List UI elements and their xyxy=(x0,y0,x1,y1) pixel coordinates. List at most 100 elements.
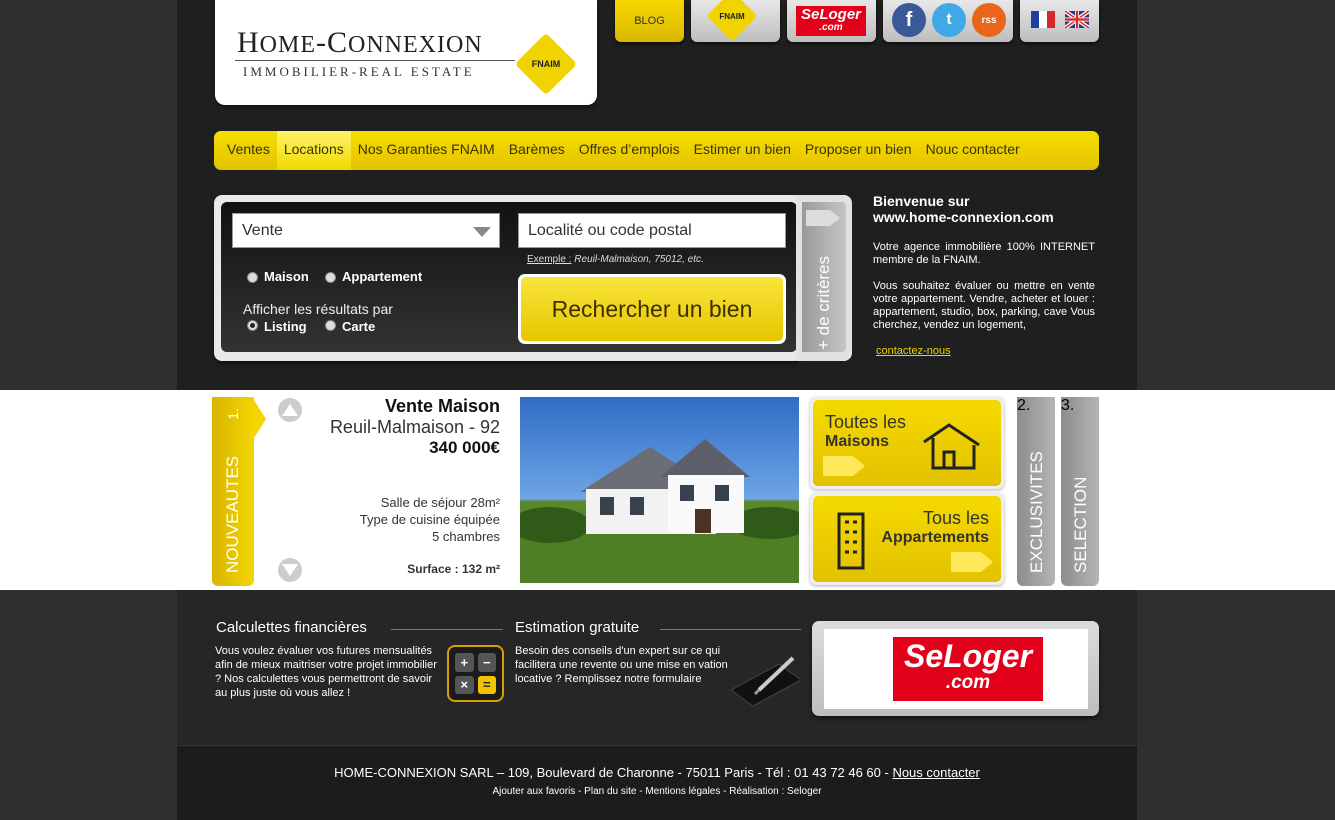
logo-title: HOME-CONNEXION xyxy=(237,26,483,59)
radio-listing[interactable] xyxy=(247,320,258,331)
seloger-mini-text: SeLoger xyxy=(800,6,861,23)
chevron-down-icon xyxy=(473,227,491,237)
tab-nouveautes[interactable]: 1. NOUVEAUTES xyxy=(212,397,266,586)
display-mode-label: Afficher les résultats par xyxy=(243,301,393,317)
seloger-button[interactable]: SeLoger .com xyxy=(787,0,876,42)
radio-maison[interactable] xyxy=(247,272,258,283)
radio-appartement[interactable] xyxy=(325,272,336,283)
all-houses-inner: Toutes les Maisons xyxy=(813,400,1001,486)
nouveautes-num: 1. xyxy=(225,408,241,420)
all-houses-l1: Toutes les xyxy=(825,412,907,432)
facebook-icon[interactable]: f xyxy=(892,3,926,37)
flag-fr-icon[interactable] xyxy=(1031,11,1055,28)
fnaim-logo: FNAIM xyxy=(514,32,578,96)
seloger-logo-com: .com xyxy=(945,672,991,693)
nav-estimer[interactable]: Estimer un bien xyxy=(687,131,798,170)
location-example: Exemple : Reuil-Malmaison, 75012, etc. xyxy=(527,254,704,265)
example-label: Exemple : xyxy=(527,254,572,265)
seloger-logo: SeLoger .com xyxy=(893,637,1043,701)
nav-baremes[interactable]: Barèmes xyxy=(502,131,572,170)
seloger-banner[interactable]: SeLoger .com xyxy=(812,621,1099,716)
fnaim-button[interactable]: FNAIM xyxy=(691,0,780,42)
footer xyxy=(177,745,1137,820)
footer-links[interactable]: Ajouter aux favoris - Plan du site - Men… xyxy=(177,786,1137,797)
radio-appartement-label: Appartement xyxy=(342,269,423,284)
nouveautes-label: NOUVEAUTES xyxy=(223,455,242,573)
houses-arrow-tip xyxy=(853,456,865,476)
footer-address-text: HOME-CONNEXION SARL – 109, Boulevard de … xyxy=(334,765,893,780)
nav-ventes[interactable]: Ventes xyxy=(220,131,277,170)
search-button[interactable]: Rechercher un bien xyxy=(518,274,786,344)
nav-locations[interactable]: Locations xyxy=(276,131,351,170)
calculator-icon[interactable]: + − × = xyxy=(447,645,504,702)
nav-contacter[interactable]: Nouc contacter xyxy=(919,131,1027,170)
flag-en-icon[interactable] xyxy=(1063,9,1091,30)
nav-garanties[interactable]: Nos Garanties FNAIM xyxy=(351,131,502,170)
location-input[interactable]: Localité ou code postal xyxy=(518,213,786,248)
more-criteria-label: + de critères xyxy=(814,255,833,350)
estimation-divider xyxy=(660,629,801,630)
houses-arrow-icon xyxy=(823,456,853,476)
facebook-glyph: f xyxy=(905,8,913,31)
twitter-icon[interactable]: t xyxy=(932,3,966,37)
listing-surface: Surface : 132 m² xyxy=(407,562,500,576)
estimation-title[interactable]: Estimation gratuite xyxy=(515,619,639,636)
more-criteria-tab[interactable]: + de critères xyxy=(796,195,852,361)
previous-arrow-icon[interactable] xyxy=(278,398,302,422)
radio-maison-label: Maison xyxy=(264,269,309,284)
rss-icon[interactable]: rss xyxy=(972,3,1006,37)
footer-address: HOME-CONNEXION SARL – 109, Boulevard de … xyxy=(177,765,1137,780)
calc-title[interactable]: Calculettes financières xyxy=(216,619,367,636)
calc-key: × xyxy=(455,675,474,694)
transaction-type-value: Vente xyxy=(242,222,283,239)
listing-price: 340 000€ xyxy=(429,438,500,457)
location-placeholder: Localité ou code postal xyxy=(528,222,692,239)
house-illustration xyxy=(520,439,799,583)
pen-icon[interactable] xyxy=(731,650,801,706)
estimation-text: Besoin des conseils d'un expert sur ce q… xyxy=(515,645,728,685)
fnaim-icon: FNAIM xyxy=(706,0,758,42)
all-apartments-l1: Tous les xyxy=(922,508,989,528)
next-arrow-icon[interactable] xyxy=(278,558,302,582)
all-houses-button[interactable]: Toutes les Maisons xyxy=(810,397,1004,489)
tab-exclusivites[interactable]: 2. EXCLUSIVITES xyxy=(1017,397,1055,586)
blog-button[interactable]: BLOG xyxy=(615,0,684,42)
featured-listing[interactable]: Vente Maison Reuil-Malmaison - 92 340 00… xyxy=(300,396,500,578)
fnaim-logo-text: FNAIM xyxy=(531,59,561,69)
radio-carte[interactable] xyxy=(325,320,336,331)
radio-listing-label: Listing xyxy=(264,319,307,334)
seloger-mini-com: .com xyxy=(819,22,843,33)
nouveautes-tip xyxy=(252,397,266,441)
all-houses-l2: Maisons xyxy=(825,433,890,450)
welcome-box: Bienvenue sur www.home-connexion.com Votr… xyxy=(873,193,1095,358)
social-buttons: f t rss xyxy=(883,0,1013,42)
criteria-arrow-icon xyxy=(806,210,830,226)
welcome-title-l1: Bienvenue sur xyxy=(873,193,970,209)
selection-num: 3. xyxy=(1061,397,1075,414)
seloger-logo-text: SeLoger xyxy=(903,638,1033,674)
house-photo[interactable] xyxy=(520,397,799,583)
transaction-type-select[interactable]: Vente xyxy=(232,213,500,248)
nav-proposer[interactable]: Proposer un bien xyxy=(798,131,919,170)
blog-label: BLOG xyxy=(634,15,665,27)
listing-detail: 5 chambres xyxy=(432,529,500,544)
footer-contact-link[interactable]: Nous contacter xyxy=(892,765,979,780)
all-apartments-button[interactable]: Tous les Appartements xyxy=(810,493,1004,585)
language-buttons xyxy=(1020,0,1099,42)
listing-spacer2 xyxy=(300,545,500,561)
house-icon xyxy=(923,423,980,470)
calc-key: + xyxy=(455,653,474,672)
seloger-banner-inner: SeLoger .com xyxy=(824,629,1088,709)
nav-emplois[interactable]: Offres d’emplois xyxy=(572,131,687,170)
welcome-p1: Votre agence immobilière 100% INTERNET m… xyxy=(873,241,1095,266)
criteria-arrow-tip xyxy=(830,210,840,226)
all-apartments-l2: Appartements xyxy=(881,529,989,546)
search-button-label: Rechercher un bien xyxy=(521,277,783,341)
logo-subtitle: IMMOBILIER-REAL ESTATE xyxy=(243,64,475,79)
main-nav: Ventes Locations Nos Garanties FNAIM Bar… xyxy=(214,131,1099,170)
listing-title: Vente Maison xyxy=(384,396,500,416)
site-logo[interactable]: HOME-CONNEXION IMMOBILIER-REAL ESTATE FN… xyxy=(215,0,597,105)
twitter-glyph: t xyxy=(946,11,952,28)
contact-link[interactable]: contactez-nous xyxy=(876,345,951,357)
tab-selection[interactable]: 3. SELECTION xyxy=(1061,397,1099,586)
